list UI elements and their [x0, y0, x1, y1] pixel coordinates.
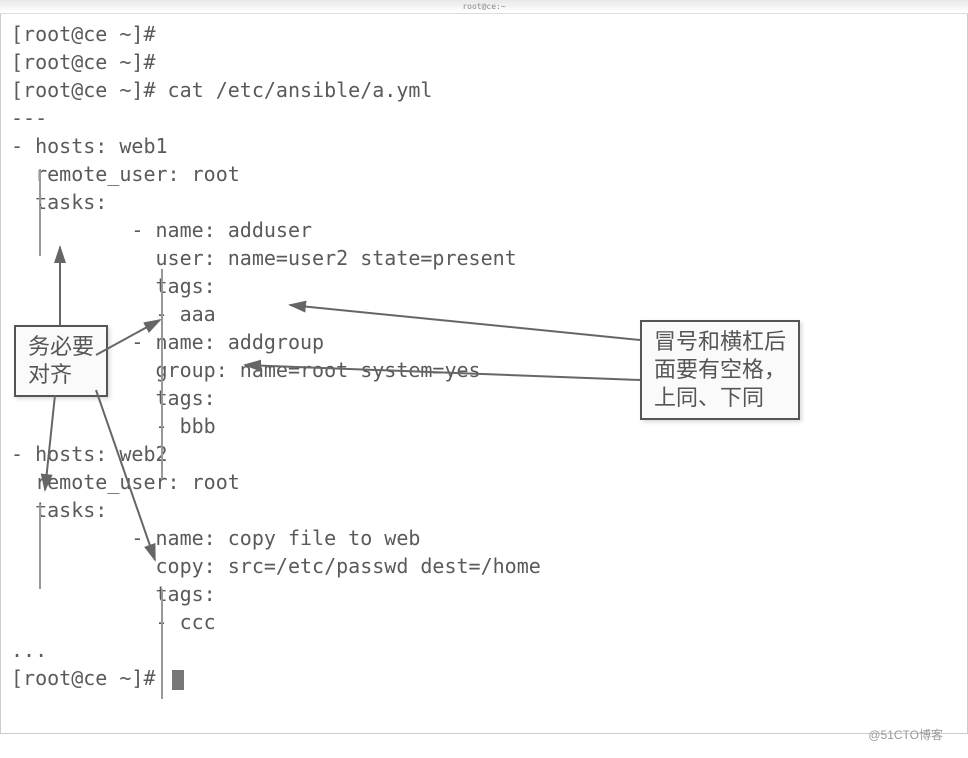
yaml-line: - name: addgroup: [11, 328, 957, 356]
window-title: root@ce:~: [462, 2, 505, 11]
prompt-line: [root@ce ~]# cat /etc/ansible/a.yml: [11, 76, 957, 104]
yaml-line: - hosts: web2: [11, 440, 957, 468]
command-text: cat /etc/ansible/a.yml: [168, 78, 433, 102]
yaml-line: tasks:: [11, 496, 957, 524]
yaml-line: - bbb: [11, 412, 957, 440]
yaml-line: - ccc: [11, 608, 957, 636]
yaml-line: ...: [11, 636, 957, 664]
yaml-line: user: name=user2 state=present: [11, 244, 957, 272]
watermark: @51CTO博客: [868, 726, 943, 743]
yaml-line: remote_user: root: [11, 468, 957, 496]
yaml-line: tags:: [11, 580, 957, 608]
yaml-line: group: name=root system=yes: [11, 356, 957, 384]
alignment-guide: [161, 589, 163, 699]
alignment-guide: [39, 169, 41, 204]
annotation-right: 冒号和横杠后 面要有空格， 上同、下同: [640, 320, 800, 420]
annotation-text: 面要有空格，: [654, 356, 786, 384]
yaml-line: - name: adduser: [11, 216, 957, 244]
annotation-text: 务必要: [28, 333, 94, 361]
yaml-line: tags:: [11, 384, 957, 412]
prompt-line: [root@ce ~]#: [11, 20, 957, 48]
yaml-line: copy: src=/etc/passwd dest=/home: [11, 552, 957, 580]
cursor-icon: [172, 670, 184, 690]
annotation-text: 冒号和横杠后: [654, 328, 786, 356]
terminal[interactable]: [root@ce ~]# [root@ce ~]# [root@ce ~]# c…: [0, 14, 968, 734]
yaml-line: - name: copy file to web: [11, 524, 957, 552]
annotation-text: 上同、下同: [654, 384, 786, 412]
alignment-guide: [161, 269, 163, 479]
annotation-text: 对齐: [28, 361, 94, 389]
yaml-line: remote_user: root: [11, 160, 957, 188]
alignment-guide: [39, 504, 41, 589]
yaml-line: - aaa: [11, 300, 957, 328]
prompt-line: [root@ce ~]#: [11, 48, 957, 76]
annotation-left: 务必要 对齐: [14, 325, 108, 397]
yaml-line: tasks:: [11, 188, 957, 216]
yaml-line: tags:: [11, 272, 957, 300]
prompt-prefix: [root@ce ~]#: [11, 78, 168, 102]
alignment-guide: [39, 206, 41, 256]
yaml-line: - hosts: web1: [11, 132, 957, 160]
yaml-line: ---: [11, 104, 957, 132]
prompt-line: [root@ce ~]#: [11, 664, 957, 692]
prompt-end: [root@ce ~]#: [11, 666, 168, 690]
